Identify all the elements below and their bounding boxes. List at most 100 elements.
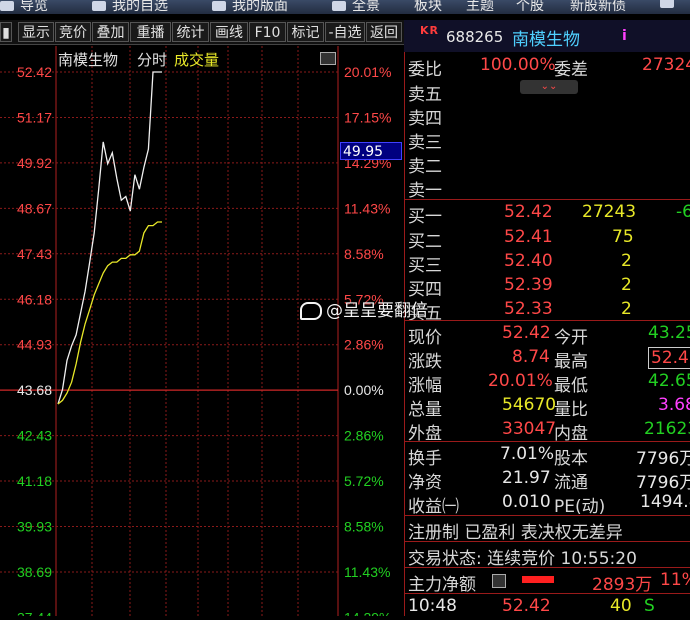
main-flow-settings-icon[interactable] (492, 574, 506, 588)
overview-icon (0, 1, 14, 11)
buy-row: 买四 52.39 2 (404, 275, 690, 300)
sell-label: 卖三 (408, 133, 442, 153)
trade-status-text: 交易状态: 连续竞价 10:55:20 (408, 549, 637, 569)
divider (404, 593, 690, 594)
toolbar-stats-button[interactable]: 统计 (172, 22, 209, 42)
buy-row: 买三 52.40 2 (404, 251, 690, 276)
sell-row: 卖一 (404, 176, 690, 201)
nav-extra[interactable] (660, 0, 680, 11)
chart-stock-name: 南模生物 (58, 51, 119, 69)
toolbar-overlay-button[interactable]: 叠加 (92, 22, 129, 42)
chart-volume-label[interactable]: 成交量 (174, 49, 219, 70)
fin-value: 7.01% (500, 444, 555, 464)
stat-label: 今开 (554, 328, 588, 348)
nav-themes[interactable]: 主题 (466, 0, 494, 14)
fin-value: 7796万 (636, 473, 690, 493)
stat-label: 涨跌 (408, 352, 442, 372)
nav-panorama[interactable]: 全景 (332, 0, 380, 14)
chart-mode-label[interactable]: 分时 (137, 49, 167, 70)
chart-maximize-icon[interactable] (320, 52, 336, 65)
toolbar-mark-button[interactable]: 标记 (287, 22, 324, 42)
current-price-tag: 49.95 (340, 142, 402, 160)
toolbar-display-button[interactable]: 显示 (18, 22, 54, 42)
toolbar-f10-button[interactable]: F10 (249, 22, 286, 42)
price-axis-label: 42.43 (17, 428, 52, 444)
toolbar-left-handle[interactable]: ▮ (0, 22, 12, 42)
divider (404, 441, 690, 442)
buy-price: 52.40 (504, 251, 553, 271)
divider (404, 515, 690, 516)
buy-volume: 27243 (582, 202, 637, 222)
main-flow-label: 主力净额 (408, 575, 476, 595)
stat-value: 52.42 (648, 347, 690, 369)
price-axis-label: 41.18 (17, 473, 52, 489)
nav-sectors[interactable]: 板块 (414, 0, 442, 14)
buy-volume: 2 (621, 299, 632, 319)
fin-label: PE(动) (554, 497, 606, 517)
nav-watchlist-label: 我的自选 (112, 0, 168, 14)
trade-status-row: 交易状态: 连续竞价 10:55:20 (404, 544, 690, 569)
percent-axis-label: 0.00% (344, 382, 384, 398)
sell-row: 卖二 (404, 152, 690, 177)
buy-volume: 2 (621, 275, 632, 295)
sell-row: 卖五 (404, 80, 690, 105)
stat-value: 21623 (644, 419, 690, 439)
fin-value: 1494.8 (640, 492, 690, 512)
percent-axis-label: 5.72% (344, 473, 384, 489)
buy-change: -6 (676, 202, 690, 222)
nav-stocks-label: 个股 (516, 0, 544, 14)
info-icon[interactable]: i (622, 28, 627, 44)
stat-value: 33047 (502, 419, 557, 439)
percent-axis-label: 14.29% (344, 609, 391, 616)
registration-row: 注册制 已盈利 表决权无差异 (404, 518, 690, 543)
order-ratio-row: 委比 100.00% 委差 27324 (404, 55, 690, 80)
divider (404, 320, 690, 321)
stat-label: 总量 (408, 400, 442, 420)
percent-axis-label: 11.43% (344, 200, 390, 216)
nav-stocks[interactable]: 个股 (516, 0, 544, 14)
nav-overview[interactable]: 导览 (0, 0, 48, 14)
stat-label: 最低 (554, 376, 588, 396)
nav-new-issues-label: 新股新债 (570, 0, 626, 14)
nav-my-watchlist[interactable]: 我的自选 (92, 0, 168, 14)
wei-cha-value: 27324 (642, 55, 690, 75)
nav-layout-label: 我的版面 (232, 0, 288, 14)
sell-label: 卖四 (408, 109, 442, 129)
fin-value: 21.97 (502, 468, 551, 488)
percent-axis-label: 11.43% (344, 564, 390, 580)
stat-row: 涨跌 8.74 最高 52.42 (404, 347, 690, 372)
fin-row: 净资 21.97 流通 7796万 (404, 468, 690, 493)
toolbar-back-button[interactable]: 返回 (366, 22, 402, 42)
toolbar-replay-button[interactable]: 重播 (130, 22, 171, 42)
toolbar-auction-button[interactable]: 竞价 (55, 22, 91, 42)
intraday-chart[interactable]: 52.42 20.01% 51.17 17.15% 49.92 14.29% 48.67 11… (0, 46, 404, 620)
stat-value: 43.25 (648, 323, 690, 343)
chart-svg: 52.42 20.01% 51.17 17.15% 49.92 14.29% 48.67 11… (0, 46, 391, 620)
main-flow-value: 2893万 (592, 575, 653, 595)
tick-row: 10:48 52.42 40 S (404, 596, 690, 620)
divider (404, 541, 690, 542)
stat-value: 54670 (502, 395, 557, 415)
fin-label: 流通 (554, 473, 588, 493)
top-navigation-bar: 导览 我的自选 我的版面 全景 板块 主题 个股 新股新债 (0, 0, 690, 14)
nav-panorama-label: 全景 (352, 0, 380, 14)
nav-new-issues[interactable]: 新股新债 (570, 0, 626, 14)
fin-row: 收益㈠ 0.010 PE(动) 1494.8 (404, 492, 690, 517)
tick-price: 52.42 (502, 596, 551, 616)
price-axis-label: 52.42 (17, 64, 52, 80)
window-icon (660, 0, 674, 8)
shield-icon (92, 1, 106, 11)
fin-row: 换手 7.01% 股本 7796万 (404, 444, 690, 469)
price-axis-label: 44.93 (17, 337, 52, 353)
percent-axis-label: 8.58% (344, 246, 384, 262)
sell-row: 卖四 (404, 104, 690, 129)
wei-cha-label: 委差 (554, 60, 588, 80)
stat-value: 42.65 (648, 371, 690, 391)
toolbar-remove-watchlist-button[interactable]: -自选 (325, 22, 365, 42)
toolbar-draw-button[interactable]: 画线 (210, 22, 248, 42)
stat-label: 涨幅 (408, 376, 442, 396)
nav-my-layout[interactable]: 我的版面 (212, 0, 288, 14)
price-axis-label: 47.43 (17, 246, 52, 262)
registration-text: 注册制 已盈利 表决权无差异 (408, 523, 623, 543)
fin-label: 净资 (408, 473, 442, 493)
